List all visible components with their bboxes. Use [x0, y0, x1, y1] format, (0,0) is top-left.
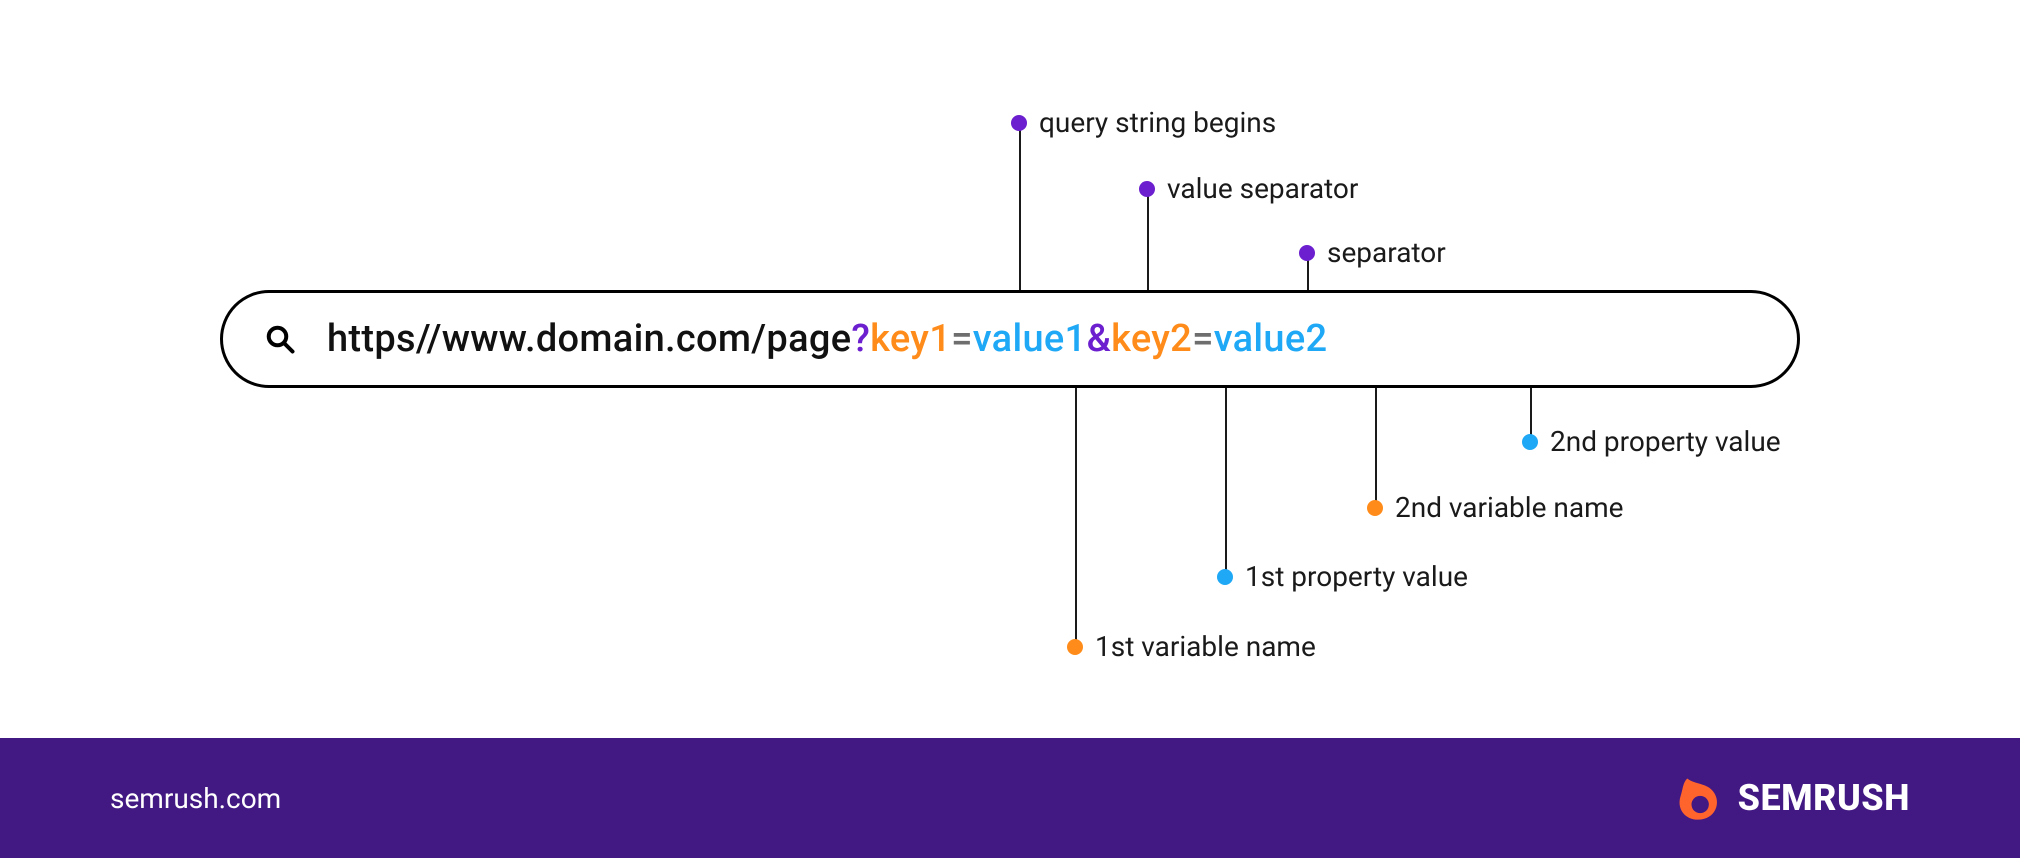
annotation-label: 2nd property value: [1550, 425, 1781, 458]
search-icon: [265, 324, 295, 354]
annotation-label: query string begins: [1039, 106, 1276, 139]
brand: SEMRUSH: [1672, 772, 1910, 824]
annotation-query-begins: query string begins: [1011, 106, 1276, 139]
url-text: https//www.domain.com/page?key1=value1&k…: [327, 317, 1327, 361]
annotation-label: 1st property value: [1245, 560, 1468, 593]
url-eq2: =: [1192, 317, 1214, 361]
url-base: https//www.domain.com/page: [327, 317, 851, 361]
footer-url: semrush.com: [110, 782, 281, 815]
connector-line: [1225, 388, 1227, 573]
connector-line: [1075, 388, 1077, 643]
url-bar: https//www.domain.com/page?key1=value1&k…: [220, 290, 1800, 388]
url-qmark: ?: [851, 317, 870, 361]
url-eq1: =: [951, 317, 973, 361]
brand-text: SEMRUSH: [1738, 777, 1910, 819]
dot-icon: [1139, 181, 1155, 197]
annotation-label: 1st variable name: [1095, 630, 1316, 663]
dot-icon: [1067, 639, 1083, 655]
url-key2: key2: [1111, 317, 1192, 361]
dot-icon: [1367, 500, 1383, 516]
url-val1: value1: [973, 317, 1087, 361]
annotation-2nd-name: 2nd variable name: [1367, 491, 1623, 524]
url-amp: &: [1086, 317, 1111, 361]
annotation-2nd-value: 2nd property value: [1522, 425, 1781, 458]
annotation-label: value separator: [1167, 172, 1358, 205]
footer: semrush.com SEMRUSH: [0, 738, 2020, 858]
connector-line: [1019, 128, 1021, 290]
dot-icon: [1299, 245, 1315, 261]
annotation-1st-value: 1st property value: [1217, 560, 1468, 593]
dot-icon: [1011, 115, 1027, 131]
connector-line: [1375, 388, 1377, 504]
annotation-label: 2nd variable name: [1395, 491, 1623, 524]
connector-line: [1147, 195, 1149, 290]
diagram-canvas: https//www.domain.com/page?key1=value1&k…: [0, 0, 2020, 738]
url-val2: value2: [1214, 317, 1328, 361]
dot-icon: [1522, 434, 1538, 450]
annotation-label: separator: [1327, 236, 1446, 269]
semrush-flame-icon: [1672, 772, 1724, 824]
dot-icon: [1217, 569, 1233, 585]
annotation-value-separator: value separator: [1139, 172, 1358, 205]
url-key1: key1: [870, 317, 951, 361]
annotation-separator: separator: [1299, 236, 1446, 269]
annotation-1st-name: 1st variable name: [1067, 630, 1316, 663]
